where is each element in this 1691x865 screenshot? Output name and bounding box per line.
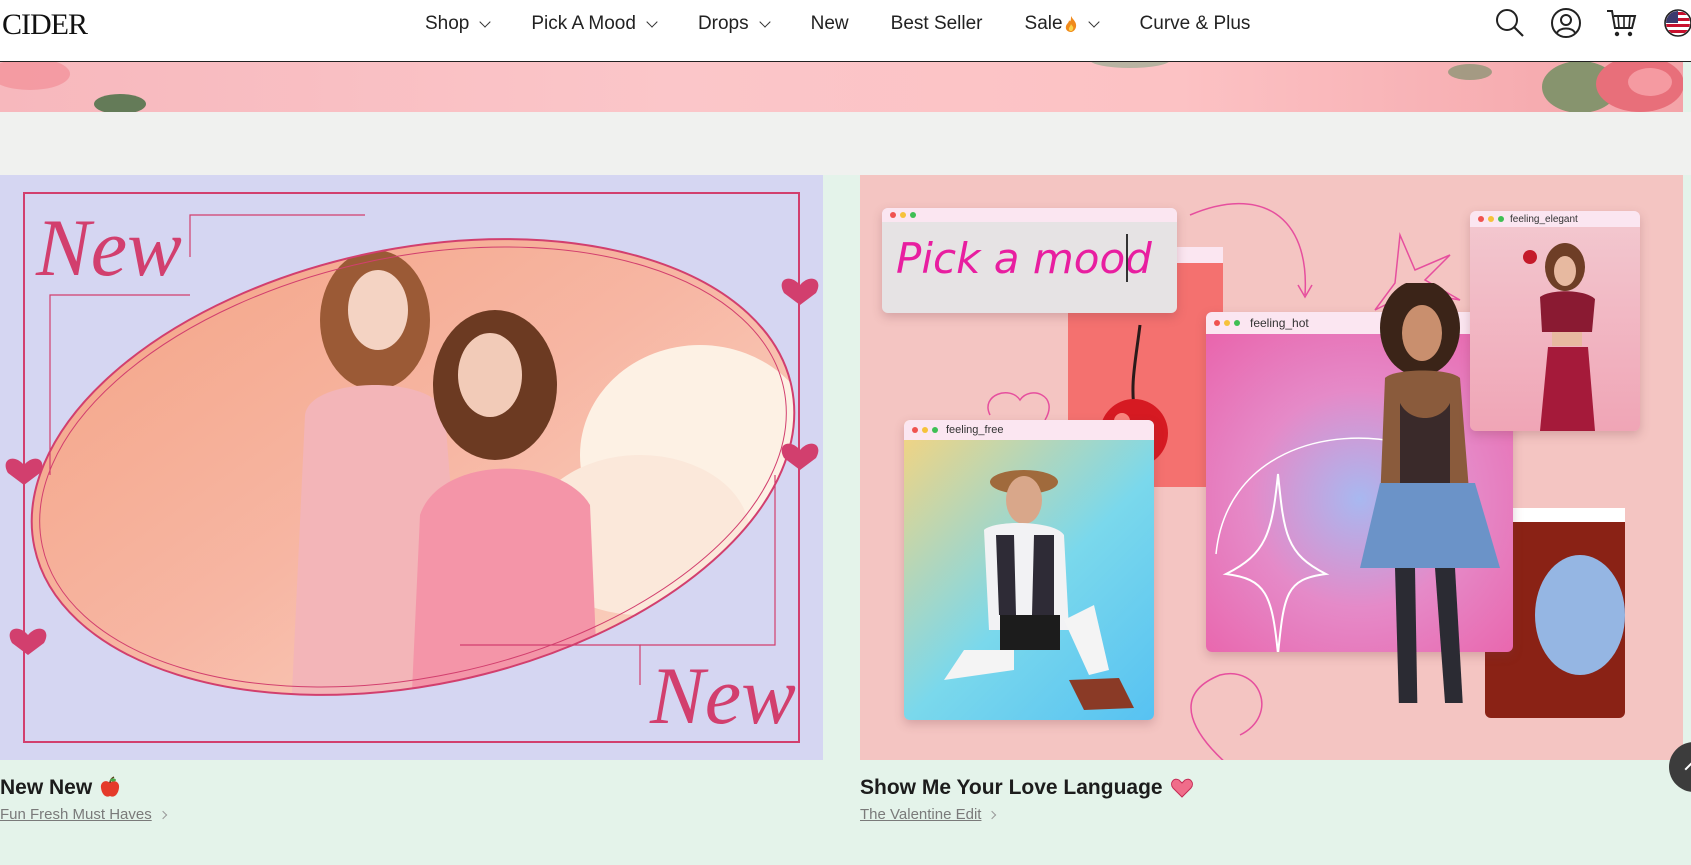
nav-label: New xyxy=(810,13,849,34)
header-icons xyxy=(1471,6,1691,40)
nav-item-best-seller[interactable]: Best Seller xyxy=(891,13,983,35)
window-bar xyxy=(882,208,1177,222)
chevron-down-icon xyxy=(758,16,771,28)
card-link-text: The Valentine Edit xyxy=(860,806,982,823)
section-spacer xyxy=(0,112,1691,175)
new-arrivals-image: New New xyxy=(0,175,823,760)
fire-icon xyxy=(1065,16,1076,32)
card-title-text: New New xyxy=(0,776,93,799)
nav-item-shop[interactable]: Shop xyxy=(425,13,492,35)
chevron-down-icon xyxy=(646,16,658,28)
nav-label: Shop xyxy=(425,13,470,34)
feeling-free-window: feeling_free xyxy=(904,420,1154,720)
window-title: feeling_elegant xyxy=(1510,213,1578,225)
model-photo-elegant xyxy=(1523,243,1595,431)
new-text-bottom: New xyxy=(649,650,796,741)
chevron-right-icon xyxy=(988,810,997,819)
pick-a-mood-text: Pick a mood xyxy=(896,234,1152,283)
new-text-top: New xyxy=(35,202,182,293)
card-title-text: Show Me Your Love Language xyxy=(860,776,1163,799)
card-title-love-language[interactable]: Show Me Your Love Language xyxy=(860,776,1194,800)
card-link-text: Fun Fresh Must Haves xyxy=(0,806,152,823)
promo-card-new[interactable]: New New xyxy=(0,175,823,760)
window-bar: feeling_free xyxy=(904,420,1154,440)
window-bar: feeling_elegant xyxy=(1470,211,1640,227)
nav-item-pick-a-mood[interactable]: Pick A Mood xyxy=(531,13,658,35)
window-title: feeling_free xyxy=(946,424,1004,436)
pick-a-mood-window: Pick a mood xyxy=(882,208,1177,313)
cart-icon[interactable] xyxy=(1605,6,1639,40)
chevron-right-icon xyxy=(158,810,167,819)
rose-decoration xyxy=(0,62,1683,112)
cider-logo[interactable]: CIDER xyxy=(2,8,88,42)
feeling-elegant-window: feeling_elegant xyxy=(1470,211,1640,431)
model-photo-free xyxy=(944,470,1134,710)
nav-label: Pick A Mood xyxy=(531,13,636,34)
chevron-down-icon xyxy=(479,16,492,28)
nav-label: Best Seller xyxy=(890,13,983,34)
promo-card-mood[interactable]: Pick a mood feeling_free feeling_hot fee… xyxy=(860,175,1683,760)
hero-banner-bottom[interactable] xyxy=(0,62,1683,112)
chevron-down-icon xyxy=(1087,16,1100,28)
nav-label: Sale xyxy=(1024,13,1063,34)
search-icon[interactable] xyxy=(1493,6,1527,40)
card-link-new[interactable]: Fun Fresh Must Haves xyxy=(0,806,167,823)
card-link-valentine[interactable]: The Valentine Edit xyxy=(860,806,997,823)
nav-item-curve-plus[interactable]: Curve & Plus xyxy=(1140,13,1251,35)
apple-icon xyxy=(101,776,120,797)
site-header: CIDER Shop Pick A Mood Drops New Best Se… xyxy=(0,0,1691,62)
us-flag-icon[interactable] xyxy=(1661,6,1691,40)
main-nav: Shop Pick A Mood Drops New Best Seller S… xyxy=(425,0,1292,48)
account-icon[interactable] xyxy=(1549,6,1583,40)
text-cursor xyxy=(1126,234,1128,282)
nav-label: Curve & Plus xyxy=(1139,13,1251,34)
nav-item-drops[interactable]: Drops xyxy=(697,13,771,35)
nav-label: Drops xyxy=(697,13,749,34)
nav-item-sale[interactable]: Sale xyxy=(1024,13,1100,35)
card-title-new[interactable]: New New xyxy=(0,776,122,800)
heart-icon xyxy=(1170,778,1193,798)
nav-item-new[interactable]: New xyxy=(811,13,849,35)
